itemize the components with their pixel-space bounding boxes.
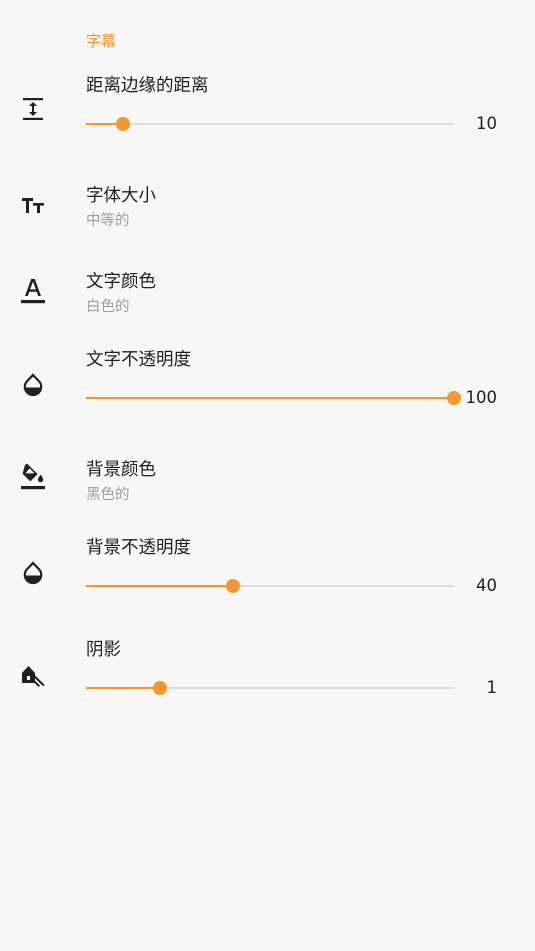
setting-title: 文字颜色: [86, 272, 156, 292]
setting-background-color[interactable]: 背景颜色 黑色的: [0, 446, 535, 512]
slider-thumb[interactable]: [447, 391, 461, 405]
setting-title: 字体大小: [86, 186, 156, 206]
slider-thumb[interactable]: [152, 681, 167, 695]
slider-fill: [86, 687, 160, 689]
slider-value: 1: [486, 678, 498, 697]
slider-thumb[interactable]: [226, 579, 241, 593]
slider-track: [86, 123, 454, 125]
setting-summary: 黑色的: [86, 487, 130, 503]
setting-background-opacity[interactable]: 背景不透明度 40: [0, 530, 535, 622]
slider-value: 40: [476, 576, 497, 595]
setting-font-size[interactable]: 字体大小 中等的: [0, 172, 535, 238]
setting-text-color[interactable]: 文字颜色 白色的: [0, 258, 535, 324]
edge-distance-slider[interactable]: [86, 116, 454, 132]
vertical-align-icon: [20, 96, 46, 122]
background-opacity-slider[interactable]: [86, 578, 454, 594]
text-size-icon: [20, 192, 46, 218]
setting-title: 距离边缘的距离: [86, 76, 209, 96]
setting-text-opacity[interactable]: 文字不透明度 100: [0, 342, 535, 434]
slider-value: 10: [476, 114, 497, 133]
slider-fill: [86, 397, 454, 399]
opacity-drop-icon: [20, 560, 46, 586]
text-opacity-slider[interactable]: [86, 390, 461, 406]
slider-fill: [86, 585, 234, 587]
paint-bucket-icon: [20, 463, 46, 490]
text-color-icon: [20, 278, 46, 304]
subtitle-settings-screen: 字幕 距离边缘的距离 10 字体大小 中等的 文字颜色 白色的 文字不透明度 1…: [0, 0, 535, 951]
setting-title: 文字不透明度: [86, 350, 191, 370]
setting-title: 背景不透明度: [86, 538, 191, 558]
setting-title: 阴影: [86, 640, 121, 660]
setting-shadow[interactable]: 阴影 1: [0, 632, 535, 722]
setting-summary: 白色的: [86, 299, 130, 315]
slider-thumb[interactable]: [115, 117, 130, 131]
shadow-icon: [20, 662, 46, 688]
setting-title: 背景颜色: [86, 460, 156, 480]
section-header-subtitles: 字幕: [86, 32, 117, 50]
opacity-drop-icon: [20, 372, 46, 398]
slider-value: 100: [465, 388, 498, 407]
shadow-slider[interactable]: [86, 680, 454, 696]
setting-summary: 中等的: [86, 213, 130, 229]
setting-edge-distance[interactable]: 距离边缘的距离 10: [0, 68, 535, 158]
